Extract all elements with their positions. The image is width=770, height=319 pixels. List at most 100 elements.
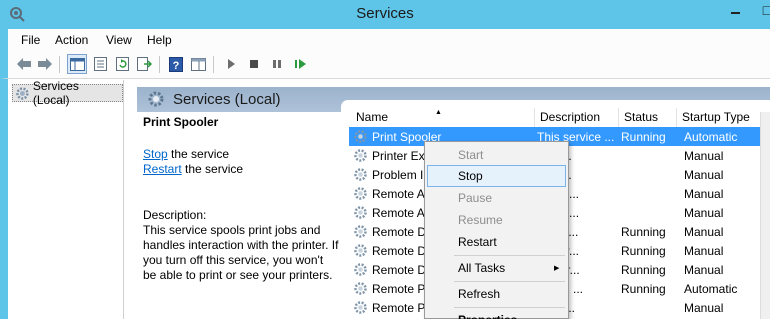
service-gear-icon [354,263,367,276]
service-startup-cell: Manual [684,206,724,220]
context-menu: Start Stop Pause Resume Restart All Task… [424,141,569,319]
menu-view[interactable]: View [106,33,132,47]
service-startup-cell: Manual [684,187,724,201]
vertical-scrollbar[interactable] [760,112,770,319]
service-startup-cell: Manual [684,225,724,239]
ctx-menu-resume[interactable]: Resume [427,209,566,231]
title-bar: Services □ [0,0,770,29]
stop-service-icon [250,60,258,68]
stop-service-button[interactable] [244,54,264,74]
service-startup-cell: Automatic [684,282,738,296]
tree-item-services-local[interactable]: Services (Local) [12,79,123,107]
service-gear-icon [354,206,367,219]
properties-button[interactable] [90,54,110,74]
ctx-separator [454,255,565,256]
menu-bar: File Action View Help [0,29,770,51]
svg-text:?: ? [173,60,180,72]
ctx-menu-properties[interactable]: Properties [427,309,566,319]
stop-suffix: the service [167,147,230,161]
column-header-name[interactable]: Name [351,108,535,127]
service-startup-cell: Manual [684,168,724,182]
ctx-menu-all-tasks[interactable]: All Tasks [427,257,566,279]
restart-service-icon [294,59,306,69]
column-header-status[interactable]: Status [619,108,677,127]
start-service-icon [228,59,235,69]
console-tree-pane: Services (Local) [8,79,124,319]
forward-arrow-icon [38,58,52,70]
toolbar-separator [59,56,60,73]
service-status-cell: Running [621,282,666,296]
stop-action-line: Stop the service [143,147,229,161]
back-arrow-icon [17,58,31,70]
window-title: Services [356,5,414,22]
ctx-menu-restart[interactable]: Restart [427,231,566,253]
restart-suffix: the service [181,162,244,176]
minimize-icon [731,12,740,14]
service-startup-cell: Manual [684,244,724,258]
stop-service-link[interactable]: Stop [143,147,168,161]
service-gear-icon [354,130,367,143]
restart-service-button[interactable] [290,54,310,74]
pause-service-button[interactable] [267,54,287,74]
tree-item-label: Services (Local) [32,79,79,107]
ctx-separator [454,281,565,282]
column-header-startup-type[interactable]: Startup Type [677,108,770,127]
toolbar-separator [213,56,214,73]
service-gear-icon [354,149,367,162]
ctx-menu-stop[interactable]: Stop [427,165,566,187]
ctx-menu-all-tasks-label: All Tasks [458,261,506,275]
export-list-button[interactable] [134,54,154,74]
menu-action[interactable]: Action [55,33,88,47]
description-text: This service spools print jobs and handl… [143,223,339,282]
start-service-button[interactable] [221,54,241,74]
service-startup-cell: Automatic [684,130,738,144]
show-console-tree-button[interactable] [67,54,87,74]
forward-button[interactable] [35,54,55,74]
console-view-icon [190,57,206,71]
service-gear-icon [354,282,367,295]
toolbar-separator [159,56,160,73]
refresh-icon [115,57,129,71]
service-status-cell: Running [621,130,666,144]
service-gear-icon [354,187,367,200]
toolbar: ? [0,51,770,79]
submenu-arrow-icon: ▶ [554,265,560,272]
pause-service-icon [273,60,281,68]
services-gear-icon [16,86,29,100]
window-left-edge [0,79,8,319]
export-list-icon [136,57,152,71]
restart-action-line: Restart the service [143,162,243,176]
menu-file[interactable]: File [21,33,40,47]
service-status-cell: Running [621,263,666,277]
service-details-pane: Print Spooler Stop the service Restart t… [137,112,341,319]
service-startup-cell: Manual [684,301,724,315]
selected-service-name: Print Spooler [143,115,219,129]
column-header-description[interactable]: Description [535,108,619,127]
console-tree-icon [69,57,85,71]
ctx-separator [454,307,565,308]
properties-sheet-icon [93,57,107,71]
minimize-button[interactable] [716,0,752,21]
description-label: Description: [143,208,207,222]
help-button[interactable]: ? [166,54,186,74]
back-button[interactable] [14,54,34,74]
service-startup-cell: Manual [684,263,724,277]
service-gear-icon [354,244,367,257]
refresh-button[interactable] [112,54,132,74]
service-status-cell: Running [621,244,666,258]
ctx-menu-pause[interactable]: Pause [427,187,566,209]
console-view-button[interactable] [188,54,208,74]
services-gear-icon [148,91,164,107]
menu-help[interactable]: Help [147,33,172,47]
header-title: Services (Local) [173,91,281,108]
service-gear-icon [354,225,367,238]
maximize-button[interactable]: □ [752,0,770,21]
service-gear-icon [354,168,367,181]
sort-ascending-icon: ▲ [435,109,442,116]
restart-service-link[interactable]: Restart [143,162,182,176]
service-gear-icon [354,301,367,314]
service-startup-cell: Manual [684,149,724,163]
service-status-cell: Running [621,225,666,239]
ctx-menu-refresh[interactable]: Refresh [427,283,566,305]
ctx-menu-start[interactable]: Start [427,144,566,166]
